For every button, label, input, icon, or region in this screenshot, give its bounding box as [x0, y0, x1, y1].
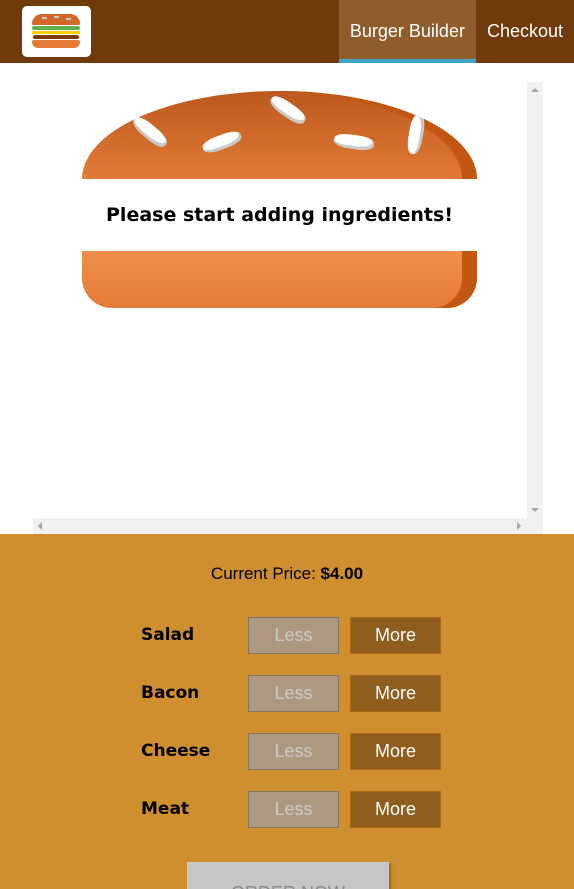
seed	[200, 128, 244, 156]
ingredient-label: Salad	[141, 625, 195, 645]
control-row-salad: Salad Less More	[0, 617, 574, 655]
ingredient-label: Cheese	[141, 741, 211, 761]
more-salad-button[interactable]: More	[350, 617, 441, 654]
less-cheese-button[interactable]: Less	[248, 733, 339, 770]
bread-bottom	[82, 251, 477, 308]
price-label: Current Price:	[210, 564, 316, 583]
ingredient-label: Meat	[141, 799, 190, 819]
scroll-down-icon[interactable]	[531, 508, 539, 512]
more-bacon-button[interactable]: More	[350, 675, 441, 712]
price-value: $4.00	[320, 564, 364, 583]
more-meat-button[interactable]: More	[350, 791, 441, 828]
seed	[267, 92, 309, 128]
control-row-cheese: Cheese Less More	[0, 733, 574, 771]
build-controls: Current Price: $4.00 Salad Less More Bac…	[0, 534, 574, 889]
main-nav: Burger Builder Checkout	[338, 0, 574, 63]
vertical-scrollbar[interactable]	[527, 82, 543, 518]
scroll-up-icon[interactable]	[531, 88, 539, 92]
bread-top	[82, 91, 477, 179]
scroll-right-icon[interactable]	[517, 522, 521, 530]
more-cheese-button[interactable]: More	[350, 733, 441, 770]
control-row-meat: Meat Less More	[0, 791, 574, 829]
scroll-left-icon[interactable]	[38, 522, 42, 530]
burger-preview[interactable]: Please start adding ingredients!	[33, 82, 543, 534]
seed	[130, 113, 170, 151]
seed	[405, 113, 427, 155]
burger-logo-icon	[22, 6, 91, 57]
nav-checkout[interactable]: Checkout	[476, 0, 574, 63]
nav-burger-builder[interactable]: Burger Builder	[338, 0, 476, 63]
order-now-button[interactable]: ORDER NOW	[187, 862, 389, 889]
current-price: Current Price: $4.00	[0, 564, 574, 584]
toolbar: Burger Builder Checkout	[0, 0, 574, 63]
control-row-bacon: Bacon Less More	[0, 675, 574, 713]
empty-burger-message: Please start adding ingredients!	[106, 204, 453, 226]
less-salad-button[interactable]: Less	[248, 617, 339, 654]
seed	[333, 132, 375, 152]
horizontal-scrollbar[interactable]	[33, 518, 543, 534]
less-meat-button[interactable]: Less	[248, 791, 339, 828]
less-bacon-button[interactable]: Less	[248, 675, 339, 712]
ingredient-label: Bacon	[141, 683, 200, 703]
